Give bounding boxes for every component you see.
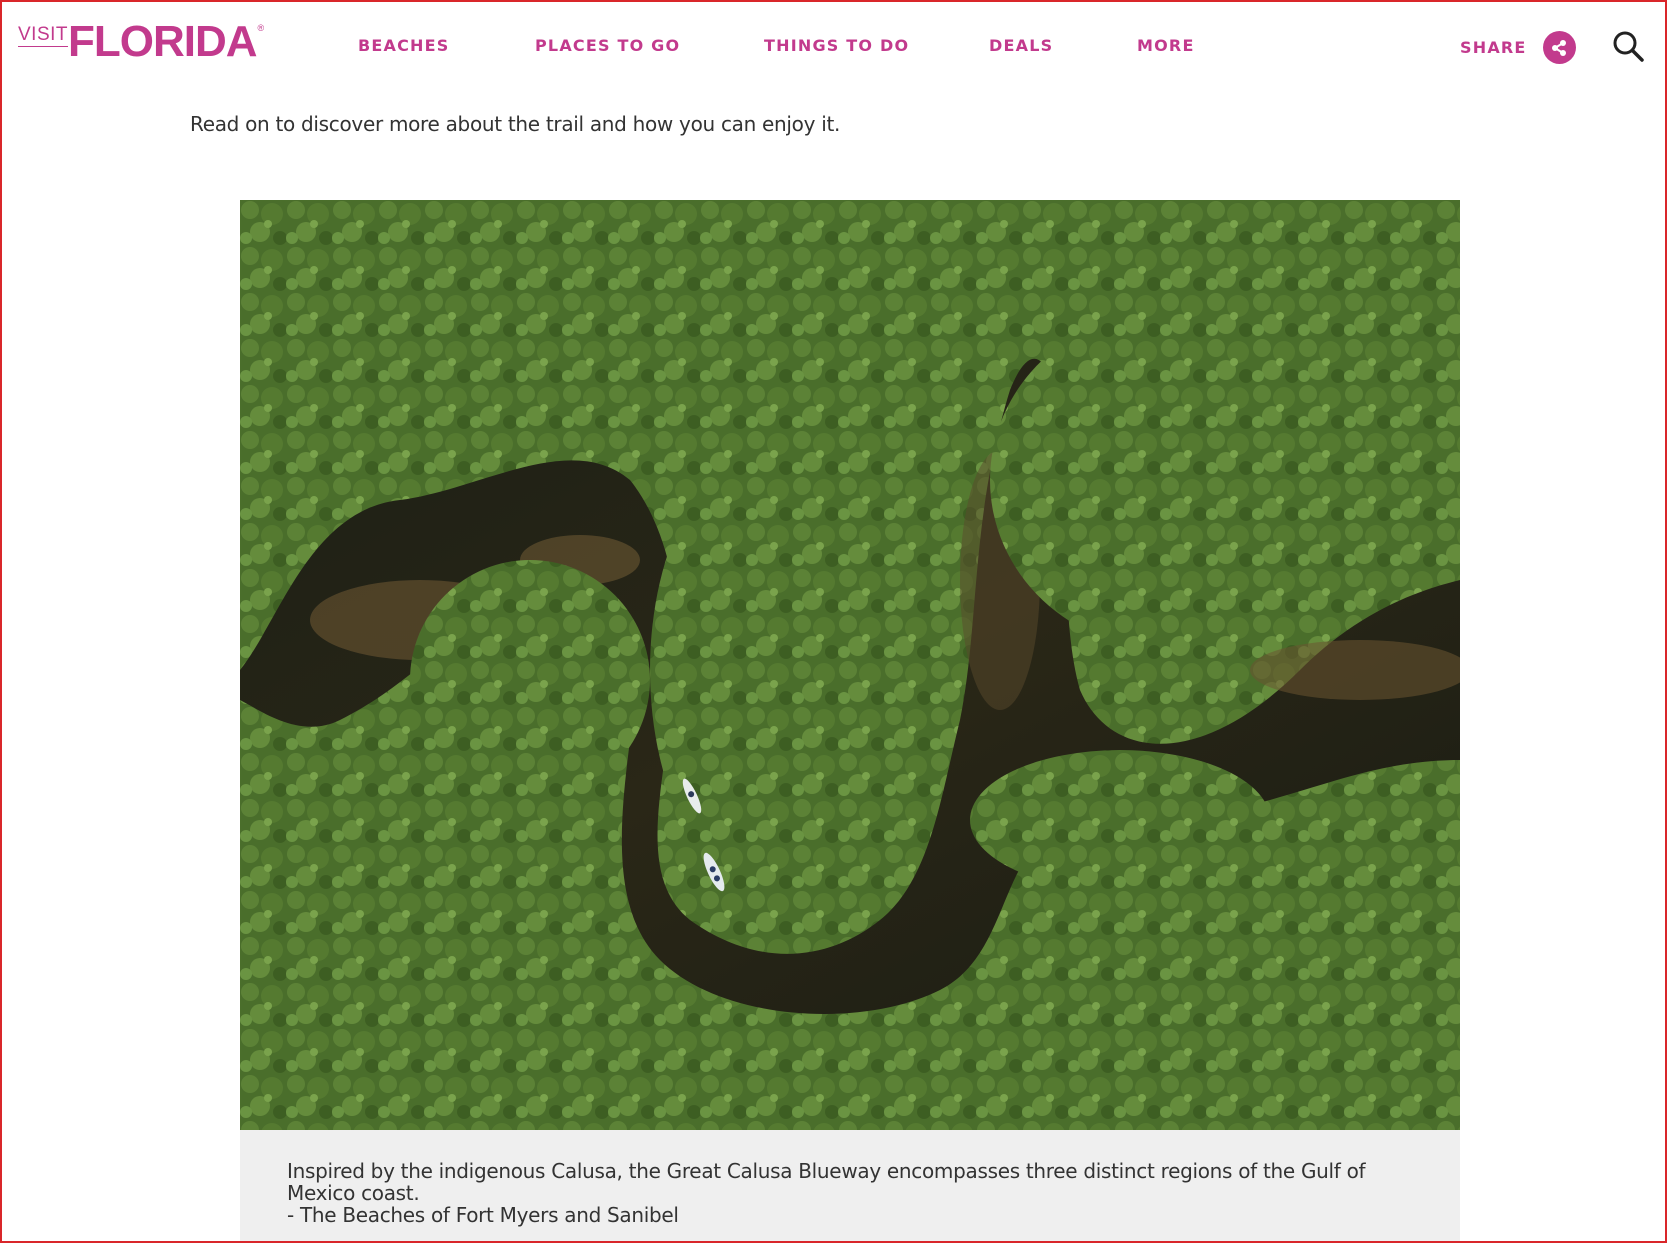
caption-line-1: Inspired by the indigenous Calusa, the G… [287, 1159, 1366, 1183]
mangrove-island [970, 750, 1270, 890]
logo-brand-text: FLORIDA [68, 17, 258, 66]
nav-things-to-do[interactable]: THINGS TO DO [764, 35, 909, 57]
caption-credit: - The Beaches of Fort Myers and Sanibel [287, 1203, 679, 1227]
nav-deals[interactable]: DEALS [989, 35, 1053, 57]
logo-registered-mark: ® [257, 23, 265, 33]
mangrove-illustration [240, 200, 1460, 1130]
photo-caption: Inspired by the indigenous Calusa, the G… [240, 1130, 1460, 1243]
aerial-mangrove-photo [240, 200, 1460, 1130]
logo-visit-text: VISIT [18, 24, 69, 47]
nav-beaches[interactable]: BEACHES [358, 35, 450, 57]
mangrove-island [650, 440, 910, 900]
mangrove-island [410, 560, 650, 800]
share-label: SHARE [1460, 37, 1527, 57]
share-button[interactable]: SHARE [1460, 31, 1576, 64]
nav-places-to-go[interactable]: PLACES TO GO [535, 35, 680, 57]
share-icon [1542, 31, 1576, 64]
shallow-patch [1250, 640, 1460, 700]
search-icon[interactable] [1610, 28, 1646, 64]
mangrove-island [990, 310, 1350, 650]
nav-more[interactable]: MORE [1137, 35, 1195, 57]
visit-florida-logo[interactable]: VISIT FLORIDA ® [18, 20, 264, 66]
caption-line-2: Mexico coast. [287, 1181, 420, 1205]
site-header: VISIT FLORIDA ® BEACHES PLACES TO GO THI… [0, 0, 1667, 92]
article-intro-text: Read on to discover more about the trail… [190, 112, 841, 136]
